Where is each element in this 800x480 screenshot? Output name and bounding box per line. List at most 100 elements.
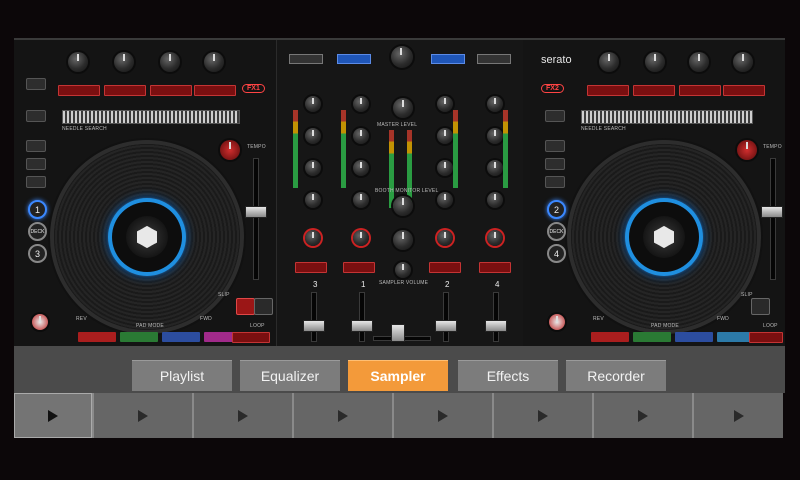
deck-right-loop-button[interactable] — [749, 332, 783, 343]
ch4-mid-knob[interactable] — [487, 160, 503, 176]
deck-left-fx-button-2[interactable] — [104, 85, 146, 96]
deck-toggle-right[interactable]: DECK — [547, 222, 566, 241]
ch2-low-knob[interactable] — [437, 192, 453, 208]
mixer-load-button-3[interactable] — [431, 54, 465, 64]
sampler-volume-knob[interactable] — [395, 262, 411, 278]
deck-2-indicator[interactable]: 2 — [547, 200, 566, 219]
deck-left-start-square[interactable] — [254, 298, 273, 315]
ch3-low-knob[interactable] — [305, 192, 321, 208]
master-level-knob[interactable] — [393, 98, 413, 118]
deck-right-fx-button-1[interactable] — [587, 85, 629, 96]
deck-left-adjust-button[interactable] — [26, 158, 46, 170]
deck-right-start-square[interactable] — [751, 298, 770, 315]
pad-slicer-right[interactable] — [675, 332, 713, 342]
sampler-slot-6[interactable] — [494, 393, 594, 438]
ch1-trim-knob[interactable] — [353, 96, 369, 112]
tab-recorder[interactable]: Recorder — [566, 360, 666, 391]
ch3-hi-knob[interactable] — [305, 128, 321, 144]
sampler-slot-7[interactable] — [594, 393, 694, 438]
deck-3-indicator[interactable]: 3 — [28, 244, 47, 263]
ch2-hi-knob[interactable] — [437, 128, 453, 144]
pad-roll-right[interactable] — [633, 332, 671, 342]
deck-left-fx-knob-1[interactable] — [68, 52, 88, 72]
cue-mix-knob[interactable] — [393, 230, 413, 250]
deck-right-fx-knob-1[interactable] — [599, 52, 619, 72]
ch1-channel-fader[interactable] — [351, 320, 373, 332]
pad-roll[interactable] — [120, 332, 158, 342]
deck-left-fx-knob-3[interactable] — [160, 52, 180, 72]
deck-left-censor-square[interactable] — [236, 298, 255, 315]
deck-1-indicator[interactable]: 1 — [28, 200, 47, 219]
deck-left-fx-knob-4[interactable] — [204, 52, 224, 72]
deck-right-grid-button[interactable] — [545, 140, 565, 152]
sampler-slot-1[interactable] — [14, 393, 94, 438]
deck-right-pitch-fader[interactable] — [761, 206, 783, 218]
mixer-load-button-2[interactable] — [337, 54, 371, 64]
ch2-cue-button[interactable] — [429, 262, 461, 273]
deck-right-fx-knob-2[interactable] — [645, 52, 665, 72]
deck-left-fx-button-4[interactable] — [194, 85, 236, 96]
browse-knob[interactable] — [391, 46, 413, 68]
panel-select-button[interactable] — [26, 78, 46, 90]
deck-left-key-knob[interactable] — [32, 314, 48, 330]
deck-left-pitch-fader[interactable] — [245, 206, 267, 218]
deck-right-fx-button-4[interactable] — [723, 85, 765, 96]
sampler-slot-4[interactable] — [294, 393, 394, 438]
deck-left-grid-button[interactable] — [26, 140, 46, 152]
deck-left-loop-button[interactable] — [232, 332, 270, 343]
tab-sampler[interactable]: Sampler — [348, 360, 448, 391]
ch1-mid-knob[interactable] — [353, 160, 369, 176]
deck-left-needle-search-strip[interactable] — [62, 110, 240, 124]
sampler-slot-8[interactable] — [694, 393, 783, 438]
ch4-low-knob[interactable] — [487, 192, 503, 208]
ch2-filter-knob[interactable] — [437, 230, 453, 246]
tab-equalizer[interactable]: Equalizer — [240, 360, 340, 391]
ch2-mid-knob[interactable] — [437, 160, 453, 176]
ch2-channel-fader[interactable] — [435, 320, 457, 332]
deck-left-fx-knob-2[interactable] — [114, 52, 134, 72]
deck-right-fx-button-2[interactable] — [633, 85, 675, 96]
crossfader[interactable] — [391, 324, 405, 342]
ch1-filter-knob[interactable] — [353, 230, 369, 246]
ch3-channel-fader[interactable] — [303, 320, 325, 332]
mixer-load-button-4[interactable] — [477, 54, 511, 64]
deck-right-jog-wheel[interactable] — [571, 144, 757, 330]
booth-level-knob[interactable] — [393, 196, 413, 216]
deck-right-censor-button[interactable] — [545, 110, 565, 122]
deck-right-fx-knob-3[interactable] — [689, 52, 709, 72]
ch3-filter-knob[interactable] — [305, 230, 321, 246]
deck-right-fx-knob-4[interactable] — [733, 52, 753, 72]
sampler-slot-5[interactable] — [394, 393, 494, 438]
ch3-trim-knob[interactable] — [305, 96, 321, 112]
deck-right-needle-search-strip[interactable] — [581, 110, 753, 124]
deck-right-fx-button-3[interactable] — [679, 85, 721, 96]
sampler-slot-3[interactable] — [194, 393, 294, 438]
deck-right-slide-button[interactable] — [545, 176, 565, 188]
mixer-load-button-1[interactable] — [289, 54, 323, 64]
pad-slicer[interactable] — [162, 332, 200, 342]
ch4-channel-fader[interactable] — [485, 320, 507, 332]
deck-left-fx-button-3[interactable] — [150, 85, 192, 96]
sampler-slot-2[interactable] — [94, 393, 194, 438]
ch4-cue-button[interactable] — [479, 262, 511, 273]
ch4-hi-knob[interactable] — [487, 128, 503, 144]
deck-right-slip-knob[interactable] — [737, 140, 757, 160]
deck-right-key-knob[interactable] — [549, 314, 565, 330]
deck-left-slip-knob[interactable] — [220, 140, 240, 160]
pad-hot-cue[interactable] — [78, 332, 116, 342]
ch2-trim-knob[interactable] — [437, 96, 453, 112]
ch1-hi-knob[interactable] — [353, 128, 369, 144]
ch1-low-knob[interactable] — [353, 192, 369, 208]
deck-left-slide-button[interactable] — [26, 176, 46, 188]
tab-playlist[interactable]: Playlist — [132, 360, 232, 391]
pad-hot-cue-right[interactable] — [591, 332, 629, 342]
ch4-filter-knob[interactable] — [487, 230, 503, 246]
ch3-mid-knob[interactable] — [305, 160, 321, 176]
deck-left-fx-button-1[interactable] — [58, 85, 100, 96]
deck-toggle-left[interactable]: DECK — [28, 222, 47, 241]
ch3-cue-button[interactable] — [295, 262, 327, 273]
ch1-cue-button[interactable] — [343, 262, 375, 273]
deck-4-indicator[interactable]: 4 — [547, 244, 566, 263]
deck-left-jog-wheel[interactable] — [54, 144, 240, 330]
ch4-trim-knob[interactable] — [487, 96, 503, 112]
